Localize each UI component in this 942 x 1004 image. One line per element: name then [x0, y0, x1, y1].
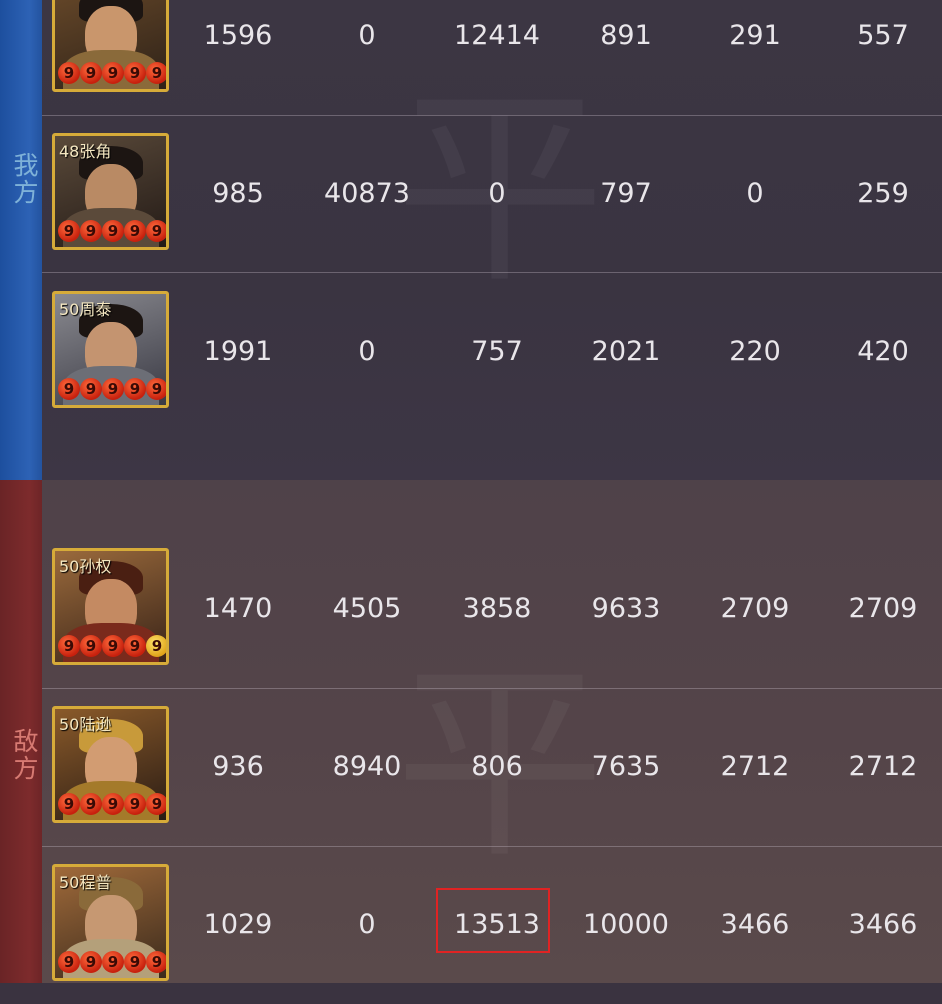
- star-icon: 9: [58, 793, 80, 815]
- general-portrait[interactable]: 9 9 9 9 9: [52, 0, 169, 92]
- stat-cell: 2021: [591, 336, 661, 367]
- stat-cell: 1470: [203, 593, 273, 624]
- star-icon: 9: [80, 951, 102, 973]
- stat-cell: 1596: [203, 20, 273, 51]
- star-icon: 9: [124, 62, 146, 84]
- stat-cell: 220: [729, 336, 781, 367]
- general-portrait[interactable]: 50周泰 9 9 9 9 9: [52, 291, 169, 408]
- enemy-side-section: 敌方 平 50孙权 9 9 9 9 9 1470 4505 3858 9633 …: [0, 480, 942, 983]
- star-rating: 9 9 9 9 9: [58, 62, 166, 86]
- stat-cell: 2709: [848, 593, 918, 624]
- star-icon: 9: [80, 793, 102, 815]
- general-level-name: 50程普: [59, 873, 112, 892]
- stat-cell: 557: [857, 20, 909, 51]
- star-icon: 9: [124, 220, 146, 242]
- star-icon: 9: [58, 62, 80, 84]
- general-portrait[interactable]: 50程普 9 9 9 9 9: [52, 864, 169, 981]
- stat-cell: 2709: [720, 593, 790, 624]
- stat-cell: 1991: [203, 336, 273, 367]
- star-icon: 9: [124, 793, 146, 815]
- star-icon: 9: [58, 378, 80, 400]
- highlight-box: [436, 888, 550, 953]
- star-icon: 9: [102, 220, 124, 242]
- star-icon: 9: [146, 951, 166, 973]
- stat-cell: 0: [358, 336, 376, 367]
- stat-cell: 7635: [591, 751, 661, 782]
- stat-cell: 0: [358, 20, 376, 51]
- star-icon: 9: [58, 635, 80, 657]
- stat-cell: 8940: [332, 751, 402, 782]
- stat-cell: 2712: [848, 751, 918, 782]
- star-icon: 9: [124, 378, 146, 400]
- star-icon: 9: [80, 635, 102, 657]
- star-icon: 9: [146, 62, 166, 84]
- star-icon: 9: [58, 220, 80, 242]
- stat-cell: 4505: [332, 593, 402, 624]
- star-icon: 9: [102, 635, 124, 657]
- star-rating: 9 9 9 9 9: [58, 635, 166, 659]
- stat-cell: 12414: [454, 20, 540, 51]
- stat-cell: 757: [471, 336, 523, 367]
- star-rating: 9 9 9 9 9: [58, 951, 166, 975]
- stat-cell: 3858: [462, 593, 532, 624]
- star-icon: 9: [58, 951, 80, 973]
- stat-cell: 0: [358, 909, 376, 940]
- star-icon: 9: [80, 62, 102, 84]
- star-icon: 9: [146, 635, 166, 657]
- star-icon: 9: [146, 378, 166, 400]
- stat-cell: 797: [600, 178, 652, 209]
- stat-cell: 3466: [720, 909, 790, 940]
- star-icon: 9: [146, 220, 166, 242]
- star-icon: 9: [102, 378, 124, 400]
- general-row[interactable]: 50周泰 9 9 9 9 9 1991 0 757 2021 220 420: [42, 274, 942, 431]
- stat-cell: 2712: [720, 751, 790, 782]
- star-icon: 9: [102, 793, 124, 815]
- enemy-side-label: 敌方: [10, 728, 39, 782]
- row-divider: [42, 272, 942, 273]
- general-level-name: 50孙权: [59, 557, 112, 576]
- star-icon: 9: [146, 793, 166, 815]
- stat-cell: 806: [471, 751, 523, 782]
- star-icon: 9: [80, 220, 102, 242]
- star-rating: 9 9 9 9 9: [58, 793, 166, 817]
- stat-cell: 1029: [203, 909, 273, 940]
- general-portrait[interactable]: 48张角 9 9 9 9 9: [52, 133, 169, 250]
- star-rating: 9 9 9 9 9: [58, 378, 166, 402]
- stat-cell: 420: [857, 336, 909, 367]
- stat-cell: 10000: [583, 909, 669, 940]
- general-row[interactable]: 50陆逊 9 9 9 9 9 936 8940 806 7635 2712 27…: [42, 689, 942, 846]
- star-rating: 9 9 9 9 9: [58, 220, 166, 244]
- star-icon: 9: [102, 951, 124, 973]
- star-icon: 9: [124, 635, 146, 657]
- stat-cell: 891: [600, 20, 652, 51]
- star-icon: 9: [124, 951, 146, 973]
- general-portrait[interactable]: 50孙权 9 9 9 9 9: [52, 548, 169, 665]
- general-level-name: 50周泰: [59, 300, 112, 319]
- stat-cell: 259: [857, 178, 909, 209]
- stat-cell: 936: [212, 751, 264, 782]
- general-row[interactable]: 50孙权 9 9 9 9 9 1470 4505 3858 9633 2709 …: [42, 531, 942, 688]
- stat-cell: 0: [488, 178, 506, 209]
- general-row[interactable]: 9 9 9 9 9 1596 0 12414 891 291 557: [42, 0, 942, 115]
- star-icon: 9: [80, 378, 102, 400]
- general-portrait[interactable]: 50陆逊 9 9 9 9 9: [52, 706, 169, 823]
- stat-cell: 291: [729, 20, 781, 51]
- star-icon: 9: [102, 62, 124, 84]
- general-level-name: 48张角: [59, 142, 112, 161]
- our-side-section: 我方 平 9 9 9 9 9 1596 0 12414 891 291 557: [0, 0, 942, 480]
- stat-cell: 3466: [848, 909, 918, 940]
- stat-cell: 985: [212, 178, 264, 209]
- our-side-label: 我方: [10, 152, 39, 206]
- general-row[interactable]: 48张角 9 9 9 9 9 985 40873 0 797 0 259: [42, 116, 942, 273]
- stat-cell: 40873: [324, 178, 410, 209]
- stat-cell: 0: [746, 178, 764, 209]
- general-level-name: 50陆逊: [59, 715, 112, 734]
- stat-cell: 9633: [591, 593, 661, 624]
- our-side-bar: [0, 0, 42, 480]
